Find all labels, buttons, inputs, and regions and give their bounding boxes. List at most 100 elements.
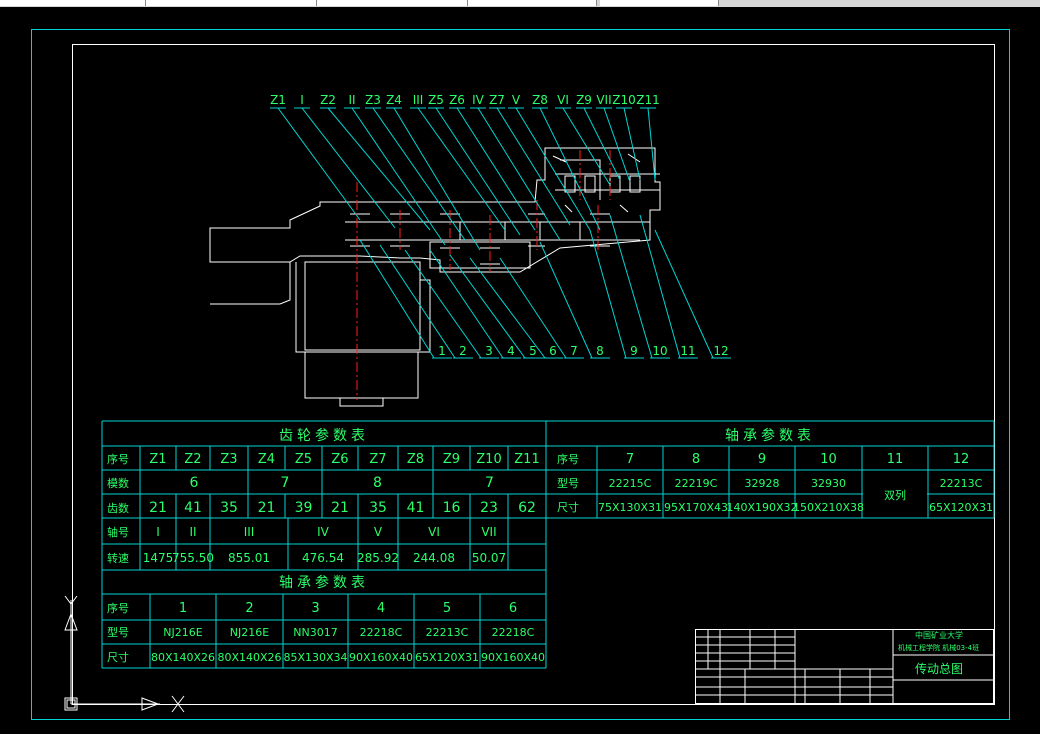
shaft-speed: 50.07: [472, 551, 506, 565]
bearing-row-label: 序号: [107, 601, 129, 615]
part-number: 7: [570, 344, 578, 358]
bearing-number: 5: [443, 601, 451, 616]
bearing-model: 32928: [745, 477, 780, 490]
gear-teeth: 35: [220, 500, 238, 516]
gear-label: Z3: [365, 93, 381, 107]
bearing-model: 22218C: [360, 626, 403, 639]
school-name: 中国矿业大学: [915, 630, 963, 640]
gear-label: II: [348, 93, 355, 107]
gear-name: Z11: [514, 452, 539, 467]
shaft-speed: 244.08: [413, 551, 455, 565]
bearing-row-label: 型号: [557, 476, 579, 490]
gear-name: Z4: [258, 452, 275, 467]
bearing-size: 65X120X31: [929, 501, 993, 514]
bearing-size: 80X140X26: [151, 651, 215, 664]
bearing-model: 22213C: [426, 626, 469, 639]
gear-name: Z8: [407, 452, 424, 467]
bearing-number: 7: [626, 452, 634, 467]
gear-label: Z10: [612, 93, 636, 107]
gear-module: 7: [281, 475, 290, 491]
shaft-speed: 1475: [143, 551, 174, 565]
gear-label: Z7: [489, 93, 505, 107]
bearing-number: 4: [377, 601, 385, 616]
gear-label: IV: [472, 93, 485, 107]
outer-frame: [31, 29, 1010, 720]
gear-teeth: 16: [443, 500, 461, 516]
part-number: 9: [630, 344, 638, 358]
bearing-number: 1: [179, 601, 187, 616]
part-number: 2: [459, 344, 467, 358]
gear-label: Z8: [532, 93, 548, 107]
gear-teeth: 39: [295, 500, 313, 516]
shaft-label: VII: [481, 525, 496, 539]
gear-module: 6: [190, 475, 199, 491]
gear-teeth: 62: [518, 500, 536, 516]
bearing-model: 22218C: [492, 626, 535, 639]
gear-shaft-labels: Z1 I Z2 II Z3 Z4 III Z5 Z6 IV Z7 V Z8 VI Z9 VII Z10 Z11: [270, 93, 660, 107]
gear-name: Z6: [331, 452, 348, 467]
bearing-table-title: 轴承参数表: [725, 427, 815, 444]
gear-parameter-table: 齿轮参数表序号模数齿数轴号转速 Z1 Z2 Z3 Z4 Z5 Z6 Z7 Z8 Z9 Z10 Z11 6…: [101, 420, 994, 571]
gear-label: Z1: [270, 93, 286, 107]
bearing-size: 150X210X38: [793, 501, 864, 514]
part-number-labels: 1 2 3 4 5 6 7 8 9 10 11 12: [438, 344, 728, 358]
gear-module: 7: [485, 475, 494, 491]
bearing-merged-cell: 双列: [884, 488, 906, 502]
part-number: 6: [549, 344, 557, 358]
gear-label: VI: [557, 93, 569, 107]
gear-table-row-label: 序号: [107, 452, 129, 466]
gear-label: III: [413, 93, 424, 107]
part-number: 5: [529, 344, 537, 358]
gear-name: Z9: [443, 452, 460, 467]
shaft-label: V: [374, 525, 383, 539]
gear-name: Z10: [476, 452, 501, 467]
bearing-model: NJ216E: [230, 626, 269, 639]
bearing-size: 95X170X43: [664, 501, 728, 514]
gear-module: 8: [373, 475, 382, 491]
gear-name: Z2: [184, 452, 201, 467]
bearing-size: 65X120X31: [415, 651, 479, 664]
cad-drawing-canvas[interactable]: Z1 I Z2 II Z3 Z4 III Z5 Z6 IV Z7 V Z8 VI Z9 VII Z10 Z11 1…: [0, 0, 1040, 734]
bearing-model: 22219C: [675, 477, 718, 490]
gear-table-row-label: 齿数: [107, 502, 129, 515]
bearing-row-label: 尺寸: [557, 500, 579, 514]
bearing-model: 32930: [811, 477, 846, 490]
bearing-number: 6: [509, 601, 517, 616]
bearing-size: 75X130X31: [598, 501, 662, 514]
gear-teeth: 41: [407, 500, 425, 516]
gear-teeth: 41: [184, 500, 202, 516]
bearing-size: 85X130X34: [283, 651, 347, 664]
shaft-speed: 855.01: [228, 551, 270, 565]
bearing-size: 140X190X32: [726, 501, 797, 514]
bearing-number: 10: [820, 452, 837, 467]
bearing-size: 90X160X40: [481, 651, 545, 664]
shaft-label: III: [244, 525, 255, 539]
gear-name: Z3: [220, 452, 237, 467]
gear-teeth: 21: [258, 500, 276, 516]
gear-label: Z6: [449, 93, 465, 107]
gear-label: Z2: [320, 93, 336, 107]
gear-table-row-label: 轴号: [107, 525, 129, 539]
gear-table-row-label: 模数: [107, 477, 129, 490]
bearing-model: 22215C: [609, 477, 652, 490]
bearing-model: 22213C: [940, 477, 983, 490]
bearing-number: 2: [245, 601, 253, 616]
gear-teeth: 21: [149, 500, 167, 516]
gear-name: Z1: [149, 452, 166, 467]
bearing-number: 8: [692, 452, 700, 467]
bearing-number: 12: [953, 452, 970, 467]
gear-teeth: 35: [369, 500, 387, 516]
bearing-number: 3: [311, 601, 319, 616]
gear-label: Z5: [428, 93, 444, 107]
bearing-size: 80X140X26: [217, 651, 281, 664]
leader-lines: [270, 107, 731, 359]
bearing-row-label: 尺寸: [107, 650, 129, 664]
gear-label: I: [300, 93, 304, 107]
gear-teeth: 23: [480, 500, 498, 516]
bearing-row-label: 序号: [557, 452, 579, 466]
part-number: 4: [507, 344, 515, 358]
bearing-model: NN3017: [293, 626, 337, 639]
drawing-name: 传动总图: [915, 661, 963, 676]
bearing-model: NJ216E: [163, 626, 202, 639]
gear-teeth: 21: [331, 500, 349, 516]
